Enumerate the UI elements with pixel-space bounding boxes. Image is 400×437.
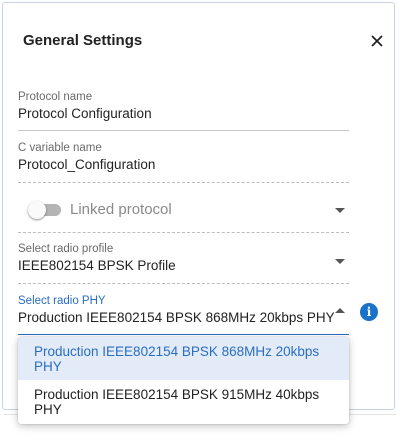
info-icon[interactable]: i bbox=[360, 303, 378, 321]
c-variable-name-label: C variable name bbox=[18, 142, 102, 154]
dialog-title: General Settings bbox=[23, 32, 143, 49]
linked-protocol-dropdown[interactable] bbox=[18, 195, 349, 233]
protocol-name-label: Protocol name bbox=[18, 91, 93, 103]
radio-phy-underline bbox=[18, 334, 349, 335]
menu-option-915mhz[interactable]: Production IEEE802154 BPSK 915MHz 40kbps… bbox=[18, 380, 349, 423]
linked-protocol-underline bbox=[18, 232, 349, 233]
radio-phy-label: Select radio PHY bbox=[18, 295, 106, 307]
radio-phy-value: Production IEEE802154 BPSK 868MHz 20kbps… bbox=[18, 310, 335, 325]
close-button[interactable] bbox=[365, 29, 389, 53]
protocol-name-underline bbox=[18, 130, 349, 131]
close-icon bbox=[371, 35, 383, 47]
chevron-down-icon bbox=[335, 259, 345, 264]
radio-profile-underline bbox=[18, 283, 349, 284]
radio-profile-label: Select radio profile bbox=[18, 243, 114, 255]
radio-phy-menu: Production IEEE802154 BPSK 868MHz 20kbps… bbox=[18, 337, 349, 424]
protocol-name-field[interactable]: Protocol name Protocol Configuration bbox=[18, 91, 349, 131]
c-variable-name-underline bbox=[18, 182, 349, 183]
radio-phy-select[interactable]: Select radio PHY Production IEEE802154 B… bbox=[18, 295, 349, 335]
chevron-up-icon bbox=[335, 308, 345, 313]
chevron-down-icon bbox=[335, 208, 345, 213]
c-variable-name-value[interactable]: Protocol_Configuration bbox=[18, 157, 349, 172]
radio-profile-value: IEEE802154 BPSK Profile bbox=[18, 258, 176, 273]
radio-profile-select[interactable]: Select radio profile IEEE802154 BPSK Pro… bbox=[18, 243, 349, 284]
menu-option-868mhz[interactable]: Production IEEE802154 BPSK 868MHz 20kbps… bbox=[18, 337, 349, 380]
c-variable-name-field[interactable]: C variable name Protocol_Configuration bbox=[18, 142, 349, 183]
protocol-name-value[interactable]: Protocol Configuration bbox=[18, 106, 349, 121]
